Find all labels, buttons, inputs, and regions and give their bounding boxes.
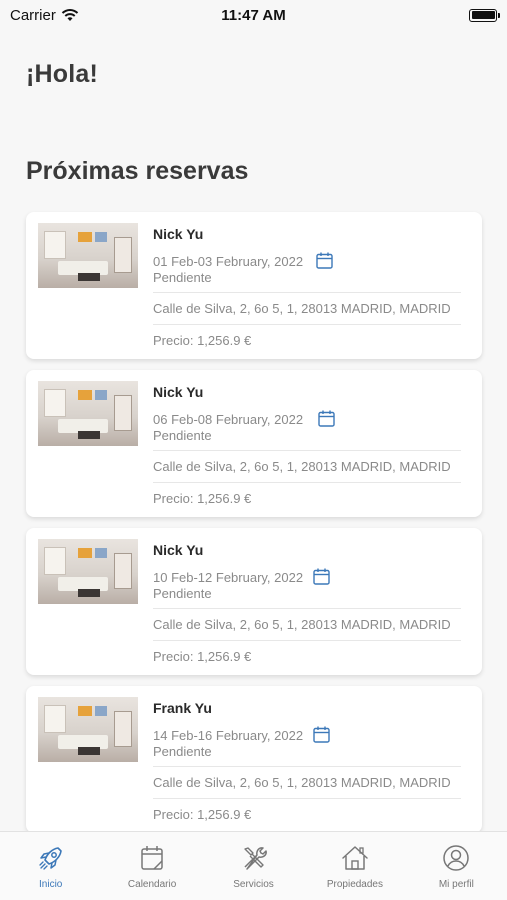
tab-label: Calendario xyxy=(127,879,177,890)
calendar-icon[interactable] xyxy=(313,568,330,585)
booking-price: Precio: 1,256.9 € xyxy=(153,333,252,348)
battery-icon xyxy=(469,8,500,22)
booking-card[interactable]: Nick Yu 06 Feb-08 February, 2022 Pendien… xyxy=(26,370,482,517)
property-photo xyxy=(38,697,138,762)
guest-name: Nick Yu xyxy=(153,542,204,558)
calendar-icon xyxy=(141,846,163,870)
tab-label: Propiedades xyxy=(326,879,383,890)
property-address: Calle de Silva, 2, 6o 5, 1, 28013 MADRID… xyxy=(153,617,451,632)
booking-status: Pendiente xyxy=(153,744,212,759)
booking-price: Precio: 1,256.9 € xyxy=(153,649,252,664)
tab-servicios[interactable]: Servicios xyxy=(203,832,304,900)
bookings-list: Nick Yu 01 Feb-03 February, 2022 Pendien… xyxy=(26,212,482,844)
guest-name: Frank Yu xyxy=(153,700,212,716)
divider xyxy=(153,766,461,767)
property-photo xyxy=(38,223,138,288)
divider xyxy=(153,640,461,641)
tab-label: Servicios xyxy=(233,879,274,890)
guest-name: Nick Yu xyxy=(153,226,204,242)
divider xyxy=(153,292,461,293)
booking-dates: 06 Feb-08 February, 2022 xyxy=(153,412,304,427)
booking-status: Pendiente xyxy=(153,270,212,285)
booking-price: Precio: 1,256.9 € xyxy=(153,807,252,822)
house-icon xyxy=(342,846,368,870)
rocket-icon xyxy=(39,847,62,870)
tab-label: Inicio xyxy=(39,879,63,890)
booking-dates: 10 Feb-12 February, 2022 xyxy=(153,570,304,585)
calendar-icon[interactable] xyxy=(316,252,333,269)
status-left: Carrier xyxy=(10,7,79,24)
divider xyxy=(153,482,461,483)
property-photo xyxy=(38,539,138,604)
property-address: Calle de Silva, 2, 6o 5, 1, 28013 MADRID… xyxy=(153,301,451,316)
status-bar: Carrier 11:47 AM xyxy=(0,0,507,30)
divider xyxy=(153,798,461,799)
tools-icon xyxy=(243,847,267,870)
divider xyxy=(153,324,461,325)
upcoming-bookings-title: Próximas reservas xyxy=(26,157,249,185)
calendar-icon[interactable] xyxy=(313,726,330,743)
booking-card[interactable]: Nick Yu 10 Feb-12 February, 2022 Pendien… xyxy=(26,528,482,675)
booking-dates: 14 Feb-16 February, 2022 xyxy=(153,728,304,743)
booking-card[interactable]: Frank Yu 14 Feb-16 February, 2022 Pendie… xyxy=(26,686,482,833)
booking-status: Pendiente xyxy=(153,586,212,601)
property-photo xyxy=(38,381,138,446)
wifi-icon xyxy=(61,8,79,21)
property-address: Calle de Silva, 2, 6o 5, 1, 28013 MADRID… xyxy=(153,775,451,790)
booking-status: Pendiente xyxy=(153,428,212,443)
booking-card[interactable]: Nick Yu 01 Feb-03 February, 2022 Pendien… xyxy=(26,212,482,359)
tab-bar: Inicio Calendario Servicios Propiedades xyxy=(0,831,507,900)
booking-price: Precio: 1,256.9 € xyxy=(153,491,252,506)
divider xyxy=(153,608,461,609)
greeting-heading: ¡Hola! xyxy=(26,60,99,88)
tab-mi-perfil[interactable]: Mi perfil xyxy=(406,832,507,900)
calendar-icon[interactable] xyxy=(318,410,335,427)
tab-calendario[interactable]: Calendario xyxy=(101,832,202,900)
user-icon xyxy=(443,845,470,871)
tab-label: Mi perfil xyxy=(438,879,474,890)
tab-propiedades[interactable]: Propiedades xyxy=(304,832,405,900)
property-address: Calle de Silva, 2, 6o 5, 1, 28013 MADRID… xyxy=(153,459,451,474)
booking-dates: 01 Feb-03 February, 2022 xyxy=(153,254,304,269)
carrier-label: Carrier xyxy=(10,6,56,24)
guest-name: Nick Yu xyxy=(153,384,204,400)
divider xyxy=(153,450,461,451)
tab-inicio[interactable]: Inicio xyxy=(0,832,101,900)
